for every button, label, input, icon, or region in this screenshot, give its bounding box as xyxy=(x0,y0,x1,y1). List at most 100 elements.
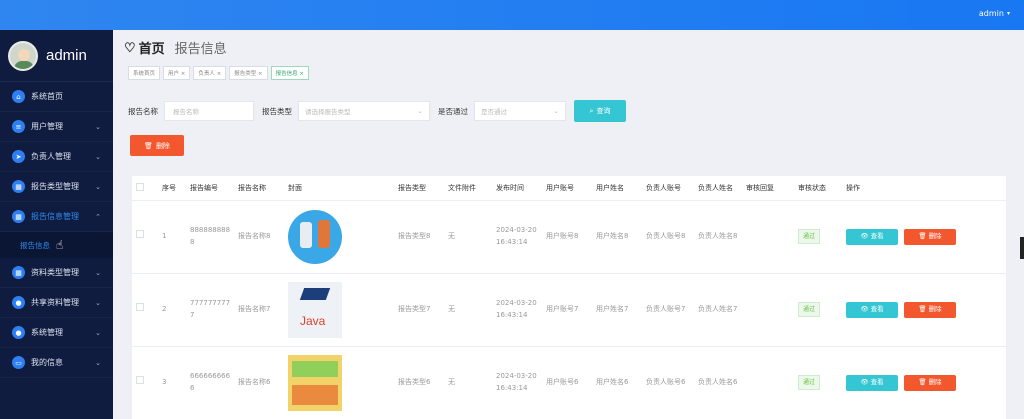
status-badge: 通过 xyxy=(798,301,821,318)
sidebar-item-report-types[interactable]: ▦ 报告类型管理 ⌄ xyxy=(0,172,113,202)
column-header: 用户姓名 xyxy=(592,176,642,201)
sidebar-item-label: 共享资料管理 xyxy=(31,298,79,307)
trash-icon: 🗑 xyxy=(918,232,927,241)
sidebar-item-label: 负责人管理 xyxy=(31,152,71,161)
column-header: 负责人姓名 xyxy=(694,176,742,201)
column-header: 报告类型 xyxy=(394,176,444,201)
sidebar: admin ⌂ 系统首页 ≡ 用户管理 ⌄ ➤ 负责人管理 ⌄ ▦ 报告类型管理… xyxy=(0,30,113,419)
sidebar-item-home[interactable]: ⌂ 系统首页 xyxy=(0,82,113,112)
cell-type: 报告类型8 xyxy=(394,200,444,274)
sidebar-item-my-info[interactable]: ▭ 我的信息 ⌄ xyxy=(0,348,113,378)
eye-icon: 👁 xyxy=(860,378,869,387)
cover-image[interactable] xyxy=(288,354,342,411)
cell-owner-account: 负责人账号6 xyxy=(642,346,694,419)
view-button[interactable]: 👁 查看 xyxy=(846,228,898,245)
chevron-up-icon: ⌃ xyxy=(95,212,101,221)
sidebar-item-system[interactable]: ● 系统管理 ⌄ xyxy=(0,318,113,348)
header-checkbox[interactable] xyxy=(132,176,158,201)
cell-code: 8888888888 xyxy=(186,200,234,274)
table-row: 1 8888888888 报告名称8 报告类型8 无 2024-03-20 16… xyxy=(132,200,1006,274)
cell-owner-account: 负责人账号8 xyxy=(642,200,694,274)
cell-file: 无 xyxy=(444,273,492,347)
batch-delete-button[interactable]: 🗑 删除 xyxy=(130,135,184,156)
column-header: 操作 xyxy=(842,176,1006,201)
sidebar-item-label: 我的信息 xyxy=(31,358,63,367)
view-button[interactable]: 👁 查看 xyxy=(846,374,898,391)
chevron-down-icon: ⌄ xyxy=(95,358,101,367)
cell-reply xyxy=(742,346,794,419)
trash-icon: 🗑 xyxy=(918,378,927,387)
cell-file: 无 xyxy=(444,346,492,419)
cell-owner-account: 负责人账号7 xyxy=(642,273,694,347)
user-menu[interactable]: admin ▾ xyxy=(979,9,1010,18)
view-button[interactable]: 👁 查看 xyxy=(846,301,898,318)
cell-status: 通过 xyxy=(794,200,842,274)
tag-owners[interactable]: 负责人 × xyxy=(193,66,227,80)
cell-account: 用户账号7 xyxy=(542,273,592,347)
eye-icon: 👁 xyxy=(860,232,869,241)
cell-name: 报告名称7 xyxy=(234,273,284,347)
report-name-input[interactable]: 报告名称 xyxy=(164,101,254,121)
breadcrumb-current: 报告信息 xyxy=(174,41,227,56)
cell-code: 7777777777 xyxy=(186,273,234,347)
cell-time: 2024-03-20 16:43:14 xyxy=(492,273,542,347)
cell-username: 用户姓名7 xyxy=(592,273,642,347)
cell-time: 2024-03-20 16:43:14 xyxy=(492,200,542,274)
cover-image[interactable]: Java xyxy=(288,281,342,338)
cell-owner-name: 负责人姓名6 xyxy=(694,346,742,419)
column-header: 负责人账号 xyxy=(642,176,694,201)
top-bar: admin ▾ xyxy=(0,0,1024,30)
column-header: 报告名称 xyxy=(234,176,284,201)
report-name-label: 报告名称 xyxy=(128,106,158,116)
cell-status: 通过 xyxy=(794,346,842,419)
sidebar-subitem-report-info[interactable]: 报告信息 ☝ xyxy=(0,232,113,258)
tag-users[interactable]: 用户 × xyxy=(163,66,191,80)
tag-report-info[interactable]: 报告信息 × xyxy=(270,66,309,80)
sidebar-item-label: 报告类型管理 xyxy=(31,182,79,191)
sidebar-item-users[interactable]: ≡ 用户管理 ⌄ xyxy=(0,112,113,142)
cell-type: 报告类型6 xyxy=(394,346,444,419)
breadcrumb-home[interactable]: ♡ 首页 xyxy=(124,38,165,57)
trash-icon: 🗑 xyxy=(144,141,153,150)
user-name: admin xyxy=(978,9,1004,18)
delete-button[interactable]: 🗑 删除 xyxy=(904,374,956,391)
chevron-down-icon: ⌄ xyxy=(95,122,101,131)
column-header: 序号 xyxy=(158,176,186,201)
tag-home[interactable]: 系统首页 xyxy=(128,66,161,80)
tag-report-types[interactable]: 报告类型 × xyxy=(229,66,268,80)
cell-actions: 👁 查看 🗑 删除 xyxy=(842,273,1006,347)
cell-cover xyxy=(284,200,394,274)
delete-button[interactable]: 🗑 删除 xyxy=(904,301,956,318)
cell-code: 6666666666 xyxy=(186,346,234,419)
delete-button[interactable]: 🗑 删除 xyxy=(904,228,956,245)
sidebar-item-material-types[interactable]: ▦ 资料类型管理 ⌄ xyxy=(0,258,113,288)
table-row: 3 6666666666 报告名称6 报告类型6 无 2024-03-20 16… xyxy=(132,346,1006,419)
scrollbar[interactable] xyxy=(1020,237,1024,259)
sidebar-item-shared-materials[interactable]: ● 共享资料管理 ⌄ xyxy=(0,288,113,318)
eye-icon: 👁 xyxy=(860,305,869,314)
sidebar-item-reports[interactable]: ▦ 报告信息管理 ⌃ xyxy=(0,202,113,232)
chevron-down-icon: ⌄ xyxy=(95,328,101,337)
chevron-down-icon: ⌄ xyxy=(95,182,101,191)
brand: admin xyxy=(0,30,113,82)
report-type-select[interactable]: 请选择报告类型 ⌄ xyxy=(298,101,430,121)
status-badge: 通过 xyxy=(798,228,821,245)
row-checkbox[interactable] xyxy=(132,273,158,347)
search-button[interactable]: ⌕ 查询 xyxy=(574,100,626,122)
cell-name: 报告名称6 xyxy=(234,346,284,419)
row-checkbox[interactable] xyxy=(132,346,158,419)
sidebar-item-label: 资料类型管理 xyxy=(31,268,79,277)
chevron-down-icon: ⌄ xyxy=(95,152,101,161)
sidebar-menu: ⌂ 系统首页 ≡ 用户管理 ⌄ ➤ 负责人管理 ⌄ ▦ 报告类型管理 ⌄ ▦ 报… xyxy=(0,82,113,378)
cover-image[interactable] xyxy=(288,209,342,264)
sidebar-item-label: 系统首页 xyxy=(31,92,63,101)
search-form: 报告名称 报告名称 报告类型 请选择报告类型 ⌄ 是否通过 是否通过 ⌄ ⌕ 查… xyxy=(128,100,626,122)
sidebar-item-owners[interactable]: ➤ 负责人管理 ⌄ xyxy=(0,142,113,172)
grid-icon: ▦ xyxy=(12,210,25,223)
card-icon: ▭ xyxy=(12,356,25,369)
column-header: 封面 xyxy=(284,176,394,201)
chevron-down-icon: ⌄ xyxy=(553,107,559,115)
row-checkbox[interactable] xyxy=(132,200,158,274)
pass-select[interactable]: 是否通过 ⌄ xyxy=(474,101,566,121)
report-type-label: 报告类型 xyxy=(262,106,292,116)
